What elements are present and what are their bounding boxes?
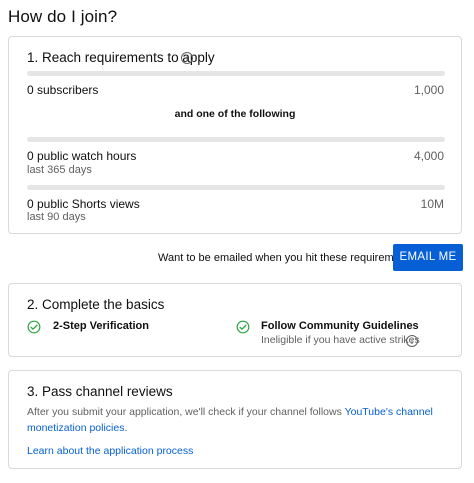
two-step-verification-label: 2-Step Verification [53, 320, 149, 332]
requirements-card: 1. Reach requirements to apply i 0 subsc… [8, 36, 462, 234]
page-title: How do I join? [8, 7, 118, 26]
community-guidelines-note: Ineligible if you have active strikes [261, 334, 420, 346]
basics-title: 2. Complete the basics [27, 297, 165, 312]
check-circle-icon [236, 320, 250, 334]
check-circle-icon [27, 320, 41, 334]
watch-hours-label: 0 public watch hours [27, 149, 137, 163]
info-icon[interactable]: i [181, 52, 193, 64]
requirements-divider-text: and one of the following [174, 108, 296, 120]
learn-application-process-link[interactable]: Learn about the application process [27, 445, 193, 457]
subscribers-label: 0 subscribers [27, 83, 99, 97]
watch-hours-period: last 365 days [27, 164, 92, 176]
info-icon[interactable]: i [406, 335, 418, 347]
watch-hours-progress-bar [27, 137, 445, 142]
shorts-views-progress-bar [27, 185, 445, 190]
community-guidelines-label: Follow Community Guidelines [261, 320, 419, 332]
email-prompt: Want to be emailed when you hit these re… [158, 252, 421, 264]
reviews-description: After you submit your application, we'll… [27, 404, 447, 436]
shorts-views-period: last 90 days [27, 211, 86, 223]
watch-hours-target: 4,000 [413, 149, 444, 163]
reviews-title: 3. Pass channel reviews [27, 384, 173, 399]
basics-card: 2. Complete the basics 2-Step Verificati… [8, 283, 462, 357]
shorts-views-target: 10M [420, 197, 444, 211]
reviews-text-after: . [124, 422, 128, 434]
email-me-button[interactable]: EMAIL ME [393, 244, 463, 271]
reviews-text-before: After you submit your application, we'll… [27, 406, 345, 418]
shorts-views-label: 0 public Shorts views [27, 197, 140, 211]
subscribers-progress-bar [27, 71, 445, 76]
subscribers-target: 1,000 [413, 83, 444, 97]
reviews-card: 3. Pass channel reviews After you submit… [8, 370, 462, 469]
